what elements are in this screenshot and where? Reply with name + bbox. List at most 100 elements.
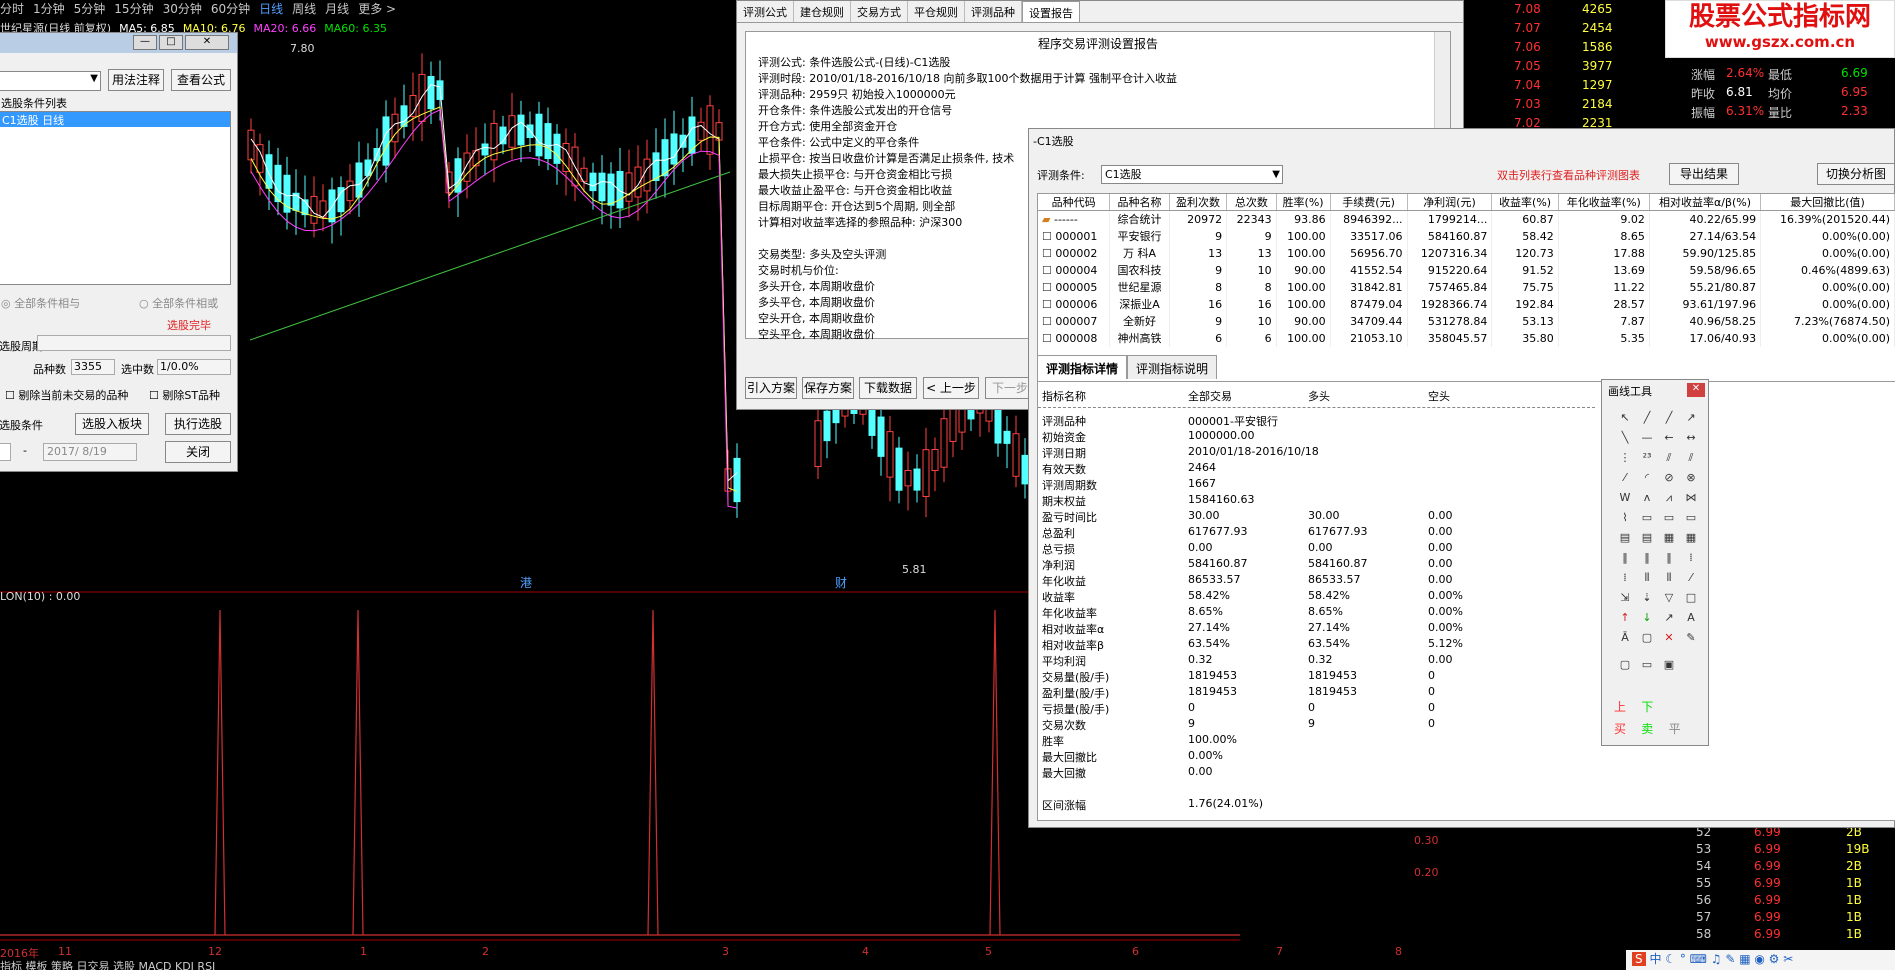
tool-icon[interactable]: ⊘ xyxy=(1658,468,1680,488)
column-header[interactable]: 品种代码 xyxy=(1038,194,1111,211)
tool-icon[interactable]: ⦀ xyxy=(1636,568,1658,588)
tool-icon[interactable]: ▭ xyxy=(1636,508,1658,528)
tool-icon[interactable]: ⋮ xyxy=(1614,448,1636,468)
period-field[interactable] xyxy=(37,335,231,351)
column-header[interactable]: 最大回撤比(值) xyxy=(1760,194,1895,211)
tab-fenshi[interactable]: 分时 xyxy=(0,2,24,16)
report-tab-5[interactable]: 设置报告 xyxy=(1022,1,1080,22)
report-button-1[interactable]: 保存方案 xyxy=(802,377,854,399)
tool-icon[interactable]: ▭ xyxy=(1658,508,1680,528)
column-header[interactable]: 总次数 xyxy=(1226,194,1277,211)
exclude-untraded-checkbox[interactable]: ☐ 剔除当前未交易的品种 xyxy=(5,387,128,403)
tab-30min[interactable]: 30分钟 xyxy=(163,2,202,16)
ime-icon[interactable]: S xyxy=(1632,952,1646,966)
tool-icon[interactable]: ◜ xyxy=(1636,468,1658,488)
report-button-3[interactable]: < 上一步 xyxy=(923,377,979,399)
itab-4[interactable]: 日交易 xyxy=(77,960,110,970)
tool-icon[interactable]: ▤ xyxy=(1614,528,1636,548)
itab-2[interactable]: 模板 xyxy=(26,960,48,970)
tool-icon[interactable]: ‖ xyxy=(1658,548,1680,568)
column-header[interactable]: 年化收益率(%) xyxy=(1558,194,1650,211)
itab-1[interactable]: 指标 xyxy=(0,960,22,970)
table-row[interactable]: ☐ 000006 深振业A 16 16 100.00 87479.04 1928366.74… xyxy=(1038,295,1895,313)
table-row[interactable]: ☐ 000001 平安银行 9 9 100.00 33517.06 584160.87 58.… xyxy=(1038,227,1895,245)
switch-chart-button[interactable]: 切换分析图 xyxy=(1817,163,1895,185)
report-tab-1[interactable]: 建仓规则 xyxy=(794,1,851,22)
close-icon[interactable]: ✕ xyxy=(185,35,229,50)
tool-icon[interactable]: ⁞ xyxy=(1680,548,1702,568)
date-to-field[interactable]: 2017/ 8/19 xyxy=(43,443,137,461)
tool-icon[interactable]: ▤ xyxy=(1636,528,1658,548)
tool-icon[interactable]: ⁄ xyxy=(1614,468,1636,488)
tool-icon[interactable]: ╲ xyxy=(1614,428,1636,448)
row-checkbox[interactable]: ☐ xyxy=(1042,315,1055,328)
tab-1min[interactable]: 1分钟 xyxy=(33,2,65,16)
column-header[interactable]: 盈利次数 xyxy=(1169,194,1228,211)
tool-icon[interactable] xyxy=(1680,648,1702,668)
tool-icon[interactable]: ▦ xyxy=(1680,528,1702,548)
report-tab-0[interactable]: 评测公式 xyxy=(737,1,794,22)
radio-all-or[interactable]: ○ 全部条件相或 xyxy=(139,295,218,311)
tab-daily[interactable]: 日线 xyxy=(259,2,283,16)
tool-icon[interactable]: ↓ xyxy=(1636,608,1658,628)
column-header[interactable]: 净利润(元) xyxy=(1407,194,1493,211)
report-button-2[interactable]: 下载数据 xyxy=(859,377,917,399)
tab-more[interactable]: 更多 > xyxy=(358,2,396,16)
tool-icon[interactable]: ²³ xyxy=(1636,448,1658,468)
tool-icon[interactable]: ▽ xyxy=(1658,588,1680,608)
tool-icon[interactable]: ‖ xyxy=(1636,548,1658,568)
tab-monthly[interactable]: 月线 xyxy=(325,2,349,16)
tool-icon[interactable]: ʌ xyxy=(1636,488,1658,508)
tool-buy[interactable]: 买 xyxy=(1614,722,1626,736)
column-header[interactable]: 品种名称 xyxy=(1109,194,1170,211)
tab-15min[interactable]: 15分钟 xyxy=(114,2,153,16)
report-tab-2[interactable]: 交易方式 xyxy=(851,1,908,22)
tool-icon[interactable]: ╱ xyxy=(1636,408,1658,428)
detail-tab-0[interactable]: 评测指标详情 xyxy=(1037,355,1128,379)
tool-icon[interactable]: ↔ xyxy=(1680,428,1702,448)
tool-icon[interactable]: ⁄ xyxy=(1680,568,1702,588)
row-checkbox[interactable]: ☐ xyxy=(1042,247,1055,260)
report-button-0[interactable]: 引入方案 xyxy=(745,377,797,399)
report-tab-4[interactable]: 评测品种 xyxy=(965,1,1022,22)
tool-icon[interactable]: ▢ xyxy=(1636,628,1658,648)
table-row[interactable]: ☐ 000002 万 科A 13 13 100.00 56956.70 1207316.34… xyxy=(1038,244,1895,262)
tool-icon[interactable]: ⇲ xyxy=(1614,588,1636,608)
tool-icon[interactable]: — xyxy=(1636,428,1658,448)
tool-icon[interactable]: A xyxy=(1680,608,1702,628)
itab-5[interactable]: 选股 xyxy=(113,960,135,970)
toolbox-close-icon[interactable]: ✕ xyxy=(1687,383,1705,397)
table-row[interactable]: ☐ 000005 世纪星源 8 8 100.00 31842.81 757465.84 75.… xyxy=(1038,278,1895,296)
tool-icon[interactable]: ⊗ xyxy=(1680,468,1702,488)
tool-icon[interactable]: □ xyxy=(1680,588,1702,608)
detail-tab-1[interactable]: 评测指标说明 xyxy=(1127,355,1218,379)
itab-6[interactable]: MACD xyxy=(139,960,172,970)
tool-icon[interactable]: ⫽ xyxy=(1658,448,1680,468)
column-header[interactable]: 手续费(元) xyxy=(1330,194,1408,211)
row-checkbox[interactable]: ☐ xyxy=(1042,298,1055,311)
tool-flat[interactable]: 平 xyxy=(1669,722,1681,736)
tool-icon[interactable]: Ā xyxy=(1614,628,1636,648)
tool-icon[interactable]: ▢ xyxy=(1614,655,1636,675)
cond-select[interactable]: C1选股 ▼ xyxy=(1101,165,1283,184)
tool-icon[interactable]: ▦ xyxy=(1658,528,1680,548)
tool-icon[interactable]: ↖ xyxy=(1614,408,1636,428)
tool-down[interactable]: 下 xyxy=(1641,700,1653,714)
column-header[interactable]: 收益率(%) xyxy=(1491,194,1559,211)
report-tab-3[interactable]: 平仓规则 xyxy=(908,1,965,22)
table-row[interactable]: ☐ 000008 神州高铁 6 6 100.00 21053.10 358045.57 35.… xyxy=(1038,329,1895,347)
usage-button[interactable]: 用法注释 xyxy=(108,69,164,91)
tool-icon[interactable]: ⌇ xyxy=(1614,508,1636,528)
tool-icon[interactable]: ↑ xyxy=(1614,608,1636,628)
table-row[interactable]: ▰ ------ 综合统计 20972 22343 93.86 8946392... 179… xyxy=(1038,210,1895,228)
tool-icon[interactable]: ↗ xyxy=(1680,408,1702,428)
tool-icon[interactable]: ← xyxy=(1658,428,1680,448)
tool-icon[interactable]: W xyxy=(1614,488,1636,508)
tool-icon[interactable]: ✕ xyxy=(1658,628,1680,648)
table-row[interactable]: ☐ 000004 国农科技 9 10 90.00 41552.54 915220.64 91.… xyxy=(1038,261,1895,279)
row-checkbox[interactable]: ☐ xyxy=(1042,281,1055,294)
column-header[interactable]: 相对收益率α/β(%) xyxy=(1649,194,1762,211)
tool-sell[interactable]: 卖 xyxy=(1641,722,1653,736)
tool-icon[interactable]: ⁞ xyxy=(1614,568,1636,588)
tool-icon[interactable]: ╱ xyxy=(1658,408,1680,428)
